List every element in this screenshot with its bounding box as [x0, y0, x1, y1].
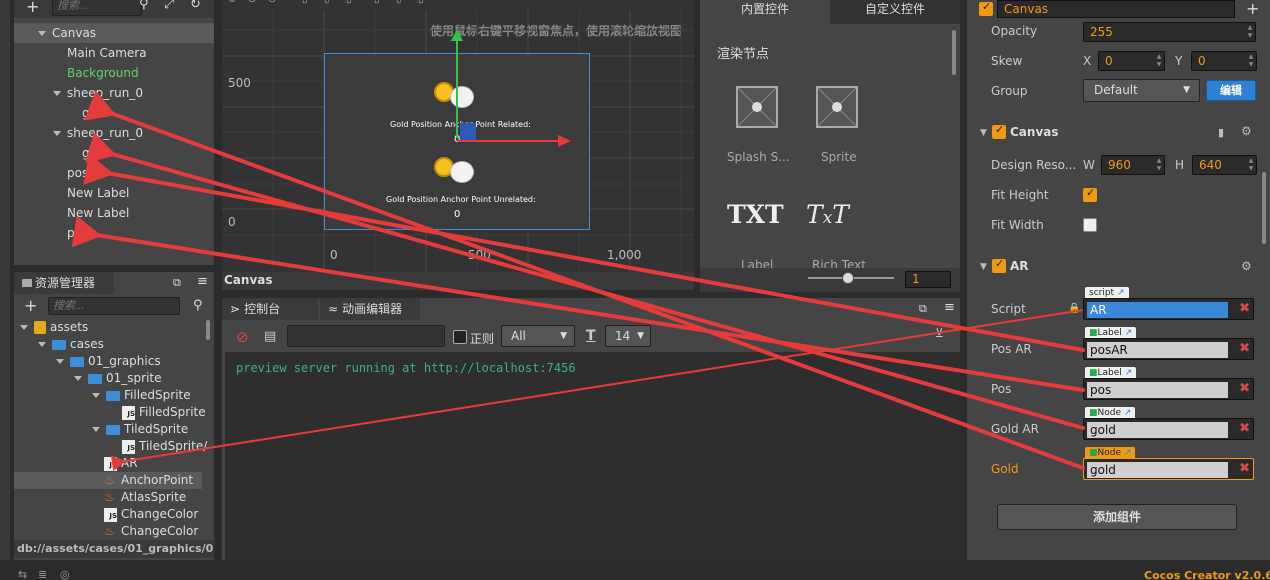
annotation-arrow — [71, 215, 1085, 392]
annotation-arrows-layer — [71, 90, 1085, 472]
